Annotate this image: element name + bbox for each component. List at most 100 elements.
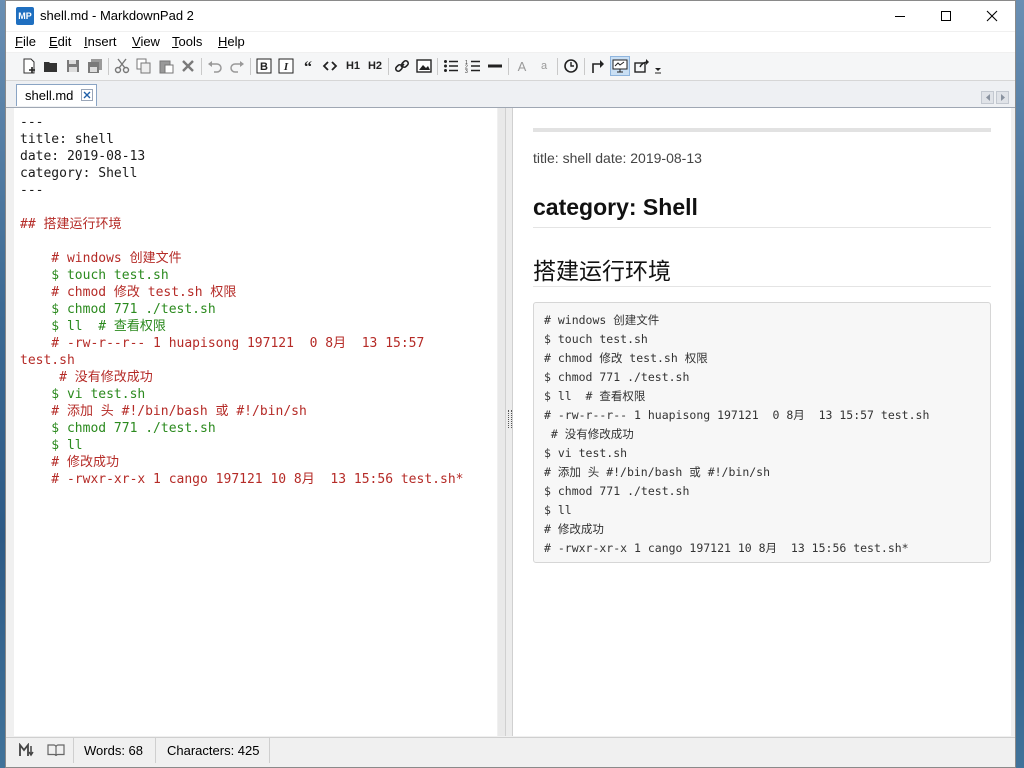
open-button[interactable] xyxy=(42,57,60,75)
menu-help[interactable]: Help xyxy=(218,34,245,49)
code-line: $ ll # 查看权限 xyxy=(544,389,646,403)
timestamp-button[interactable] xyxy=(562,57,580,75)
link-icon xyxy=(394,59,410,73)
link-button[interactable] xyxy=(393,57,411,75)
code-line: # -rw-r--r-- 1 huapisong 197121 0 8月 13 … xyxy=(544,408,930,422)
menu-file[interactable]: File xyxy=(15,34,36,49)
h1-button[interactable]: H1 xyxy=(343,57,363,75)
svg-text:B: B xyxy=(260,61,268,73)
editor-line: --- xyxy=(20,115,44,130)
save-all-button[interactable] xyxy=(86,57,104,75)
share-button[interactable] xyxy=(633,57,651,75)
menu-insert[interactable]: Insert xyxy=(84,34,117,49)
preview-heading-category: category: Shell xyxy=(533,194,698,220)
editor-line: --- xyxy=(20,183,44,198)
save-button[interactable] xyxy=(64,57,82,75)
markdown-editor[interactable]: --- title: shell date: 2019-08-13 category:… xyxy=(14,108,513,736)
quote-button[interactable]: “ xyxy=(299,57,317,75)
paste-icon xyxy=(159,60,174,74)
minimize-button[interactable] xyxy=(877,1,923,31)
new-file-icon xyxy=(23,58,35,74)
code-line: # 添加 头 #!/bin/bash 或 #!/bin/sh xyxy=(544,465,771,479)
menu-view[interactable]: View xyxy=(132,34,160,49)
bold-button[interactable]: B xyxy=(255,57,273,75)
toolbar-separator xyxy=(557,58,558,75)
export-button[interactable] xyxy=(589,57,607,75)
editor-line: date: 2019-08-13 xyxy=(20,149,146,164)
save-all-icon xyxy=(88,59,102,73)
editor-line: $ touch test.sh xyxy=(20,268,169,283)
undo-button[interactable] xyxy=(206,57,224,75)
tab-scroll-left-button[interactable] xyxy=(981,91,994,104)
code-line: $ chmod 771 ./test.sh xyxy=(544,370,690,384)
preview-paragraph: title: shell date: 2019-08-13 xyxy=(533,150,702,166)
italic-icon: I xyxy=(278,58,294,74)
italic-button[interactable]: I xyxy=(277,57,295,75)
new-file-button[interactable] xyxy=(20,57,38,75)
cut-button[interactable] xyxy=(113,57,131,75)
decrease-font-button[interactable]: a xyxy=(535,57,553,75)
image-icon xyxy=(416,59,432,73)
delete-button[interactable] xyxy=(179,57,197,75)
window-title: shell.md - MarkdownPad 2 xyxy=(40,8,194,23)
reading-mode-button[interactable] xyxy=(47,742,65,758)
preview-toggle-button[interactable] xyxy=(610,56,630,76)
chevron-right-icon xyxy=(1000,94,1005,101)
preview-heading-environment: 搭建运行环境 xyxy=(533,259,671,285)
preview-icon xyxy=(612,59,628,73)
editor-line: # 添加 头 #!/bin/bash 或 #!/bin/sh xyxy=(20,404,307,419)
cut-icon xyxy=(114,58,130,74)
code-line: # windows 创建文件 xyxy=(544,313,660,327)
book-icon xyxy=(47,744,65,757)
markdown-mode-button[interactable] xyxy=(18,742,36,758)
toolbar-options-icon xyxy=(655,68,661,74)
editor-line: title: shell xyxy=(20,132,114,147)
markdown-icon xyxy=(19,743,34,757)
toolbar-separator xyxy=(584,58,585,75)
title-bar[interactable]: MP shell.md - MarkdownPad 2 xyxy=(6,1,1015,31)
h1-icon: H1 xyxy=(345,60,361,72)
toolbar-separator xyxy=(388,58,389,75)
preview-code-block: # windows 创建文件 $ touch test.sh # chmod 修改 … xyxy=(533,302,991,563)
copy-button[interactable] xyxy=(135,57,153,75)
toolbar-separator xyxy=(508,58,509,75)
heading-underline xyxy=(533,227,991,228)
redo-button[interactable] xyxy=(228,57,246,75)
tab-shell-md[interactable]: shell.md xyxy=(16,84,97,106)
copy-icon xyxy=(136,58,151,74)
menu-tools[interactable]: Tools xyxy=(172,34,202,49)
delete-icon xyxy=(182,60,194,72)
undo-icon xyxy=(208,61,222,73)
status-separator xyxy=(155,738,156,763)
tab-close-button[interactable] xyxy=(81,89,93,101)
bullet-list-button[interactable] xyxy=(442,57,460,75)
horizontal-rule-icon xyxy=(488,64,502,68)
increase-font-icon: A xyxy=(517,58,527,74)
close-icon xyxy=(986,10,998,22)
code-button[interactable] xyxy=(321,57,339,75)
paste-button[interactable] xyxy=(157,57,175,75)
code-line: # chmod 修改 test.sh 权限 xyxy=(544,351,708,365)
code-block-text: # windows 创建文件 $ touch test.sh # chmod 修改 … xyxy=(544,311,929,558)
h2-button[interactable]: H2 xyxy=(365,57,385,75)
maximize-button[interactable] xyxy=(923,1,969,31)
close-window-button[interactable] xyxy=(969,1,1015,31)
numbered-list-icon: 123 xyxy=(465,60,480,74)
menu-edit[interactable]: Edit xyxy=(49,34,71,49)
numbered-list-button[interactable]: 123 xyxy=(464,57,482,75)
toolbar-separator xyxy=(201,58,202,75)
horizontal-rule-button[interactable] xyxy=(486,57,504,75)
decrease-font-icon: a xyxy=(540,60,548,72)
status-separator xyxy=(73,738,74,763)
editor-line: # -rw-r--r-- 1 huapisong 197121 0 8月 13 … xyxy=(20,336,425,351)
increase-font-button[interactable]: A xyxy=(513,57,531,75)
app-logo-icon[interactable]: MP xyxy=(16,7,34,25)
editor-text[interactable]: --- title: shell date: 2019-08-13 category:… xyxy=(20,114,463,488)
html-preview: title: shell date: 2019-08-13 category: … xyxy=(513,108,1011,736)
toolbar-overflow-button[interactable] xyxy=(653,57,663,75)
tab-scroll-right-button[interactable] xyxy=(996,91,1009,104)
pane-splitter[interactable] xyxy=(505,108,513,736)
image-button[interactable] xyxy=(415,57,433,75)
editor-line: # 没有修改成功 xyxy=(20,370,153,385)
